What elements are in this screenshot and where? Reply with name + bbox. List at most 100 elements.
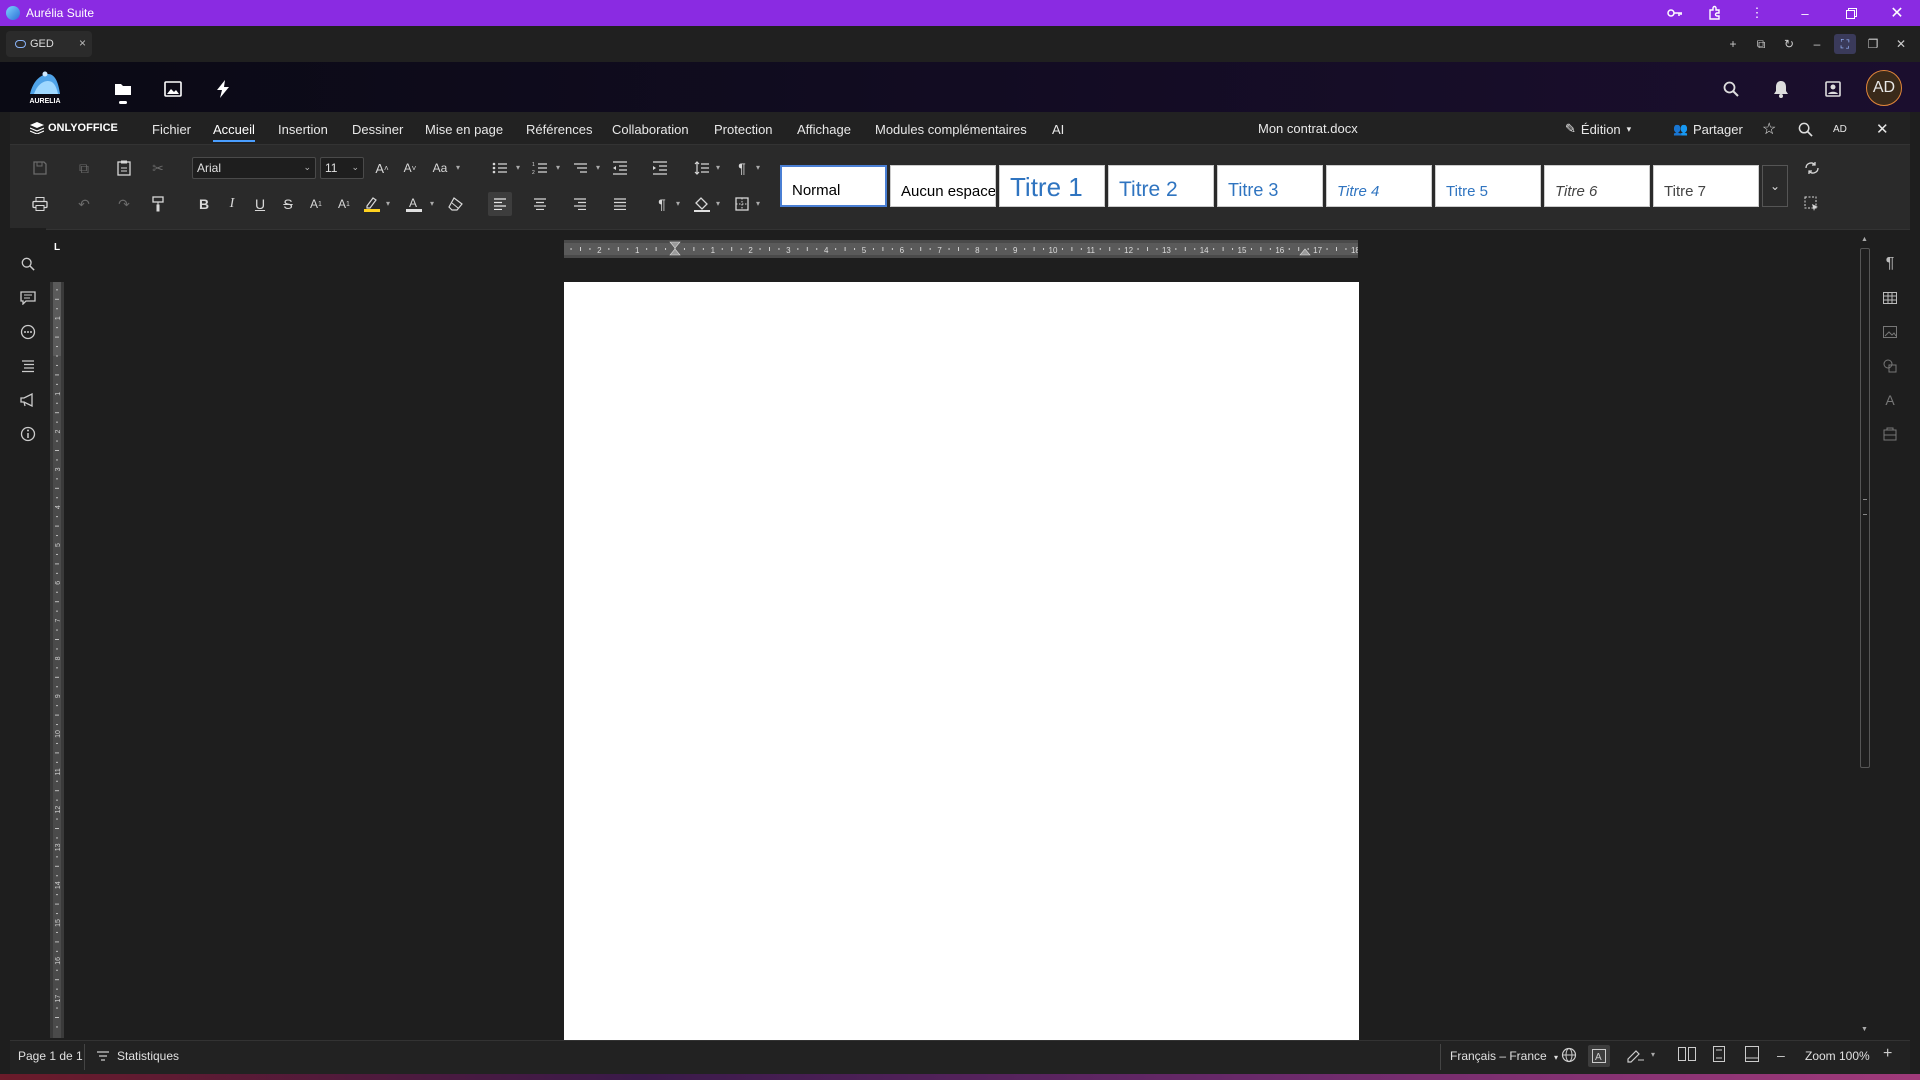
multi-page-view-icon[interactable]	[1678, 1047, 1696, 1061]
minimize-tab-icon[interactable]: –	[1806, 34, 1828, 54]
align-center-icon[interactable]	[528, 192, 552, 216]
image-settings-icon[interactable]	[1878, 320, 1902, 344]
close-tab-window-icon[interactable]: ✕	[1890, 34, 1912, 54]
feedback-icon[interactable]	[16, 388, 40, 412]
vertical-ruler[interactable]: 1 1 2 3 4 5 6 7 8 9 10 11 12 13 14 15 16 17	[50, 282, 64, 1038]
style-aucun-espace[interactable]: Aucun espace	[890, 165, 996, 207]
paragraph-settings-panel-icon[interactable]: ¶	[1878, 252, 1902, 276]
increase-font-icon[interactable]: A ˄	[370, 156, 394, 180]
borders-icon[interactable]	[730, 192, 754, 216]
minimize-button[interactable]: –	[1788, 0, 1822, 26]
menu-mise-en-page[interactable]: Mise en page	[425, 118, 503, 140]
close-window-button[interactable]: ✕	[1880, 0, 1914, 26]
font-color-icon[interactable]: A	[402, 192, 426, 216]
bullet-list-icon[interactable]	[488, 156, 512, 180]
menu-insertion[interactable]: Insertion	[278, 118, 328, 140]
restore-tab-icon[interactable]: ❐	[1862, 34, 1884, 54]
line-spacing-icon[interactable]	[690, 156, 714, 180]
menu-affichage[interactable]: Affichage	[797, 118, 851, 140]
save-icon[interactable]	[28, 156, 52, 180]
undo-icon[interactable]: ↶	[72, 192, 96, 216]
decrease-font-icon[interactable]: A ˅	[398, 156, 422, 180]
chevron-down-icon[interactable]: ▾	[756, 163, 760, 172]
menu-dessiner[interactable]: Dessiner	[352, 118, 403, 140]
multilevel-list-icon[interactable]	[568, 156, 592, 180]
zoom-in-icon[interactable]: +	[1883, 1045, 1892, 1063]
clear-formatting-icon[interactable]	[444, 192, 468, 216]
fullscreen-icon[interactable]: ⛶	[1834, 34, 1856, 54]
find-icon[interactable]	[16, 252, 40, 276]
menu-protection[interactable]: Protection	[714, 118, 773, 140]
fit-width-icon[interactable]	[1745, 1046, 1759, 1062]
style-titre-4[interactable]: Titre 4	[1326, 165, 1432, 207]
align-left-icon[interactable]	[488, 192, 512, 216]
increase-indent-icon[interactable]	[648, 156, 672, 180]
chevron-down-icon[interactable]: ▾	[676, 199, 680, 208]
italic-icon[interactable]: I	[220, 192, 244, 216]
chevron-down-icon[interactable]: ▾	[716, 163, 720, 172]
change-case-icon[interactable]: Aa	[428, 156, 452, 180]
popout-icon[interactable]: ⧉	[1750, 34, 1772, 54]
user-initials-badge[interactable]: AD	[1833, 118, 1847, 140]
onlyoffice-logo[interactable]: ONLYOFFICE	[30, 122, 118, 134]
close-tab-icon[interactable]: ×	[79, 36, 86, 50]
search-icon[interactable]	[1716, 74, 1746, 104]
menu-references[interactable]: Références	[526, 118, 592, 140]
track-changes-icon[interactable]	[1627, 1047, 1645, 1063]
fit-page-icon[interactable]	[1713, 1046, 1725, 1062]
menu-modules[interactable]: Modules complémentaires	[875, 118, 1027, 140]
globe-icon[interactable]	[1561, 1047, 1579, 1065]
reload-icon[interactable]: ↻	[1778, 34, 1800, 54]
chevron-down-icon[interactable]: ▾	[386, 199, 390, 208]
strikethrough-icon[interactable]: S	[276, 192, 300, 216]
menu-collaboration[interactable]: Collaboration	[612, 118, 689, 140]
print-icon[interactable]	[28, 192, 52, 216]
chevron-down-icon[interactable]: ▾	[516, 163, 520, 172]
editor-search-icon[interactable]	[1798, 118, 1813, 140]
contacts-icon[interactable]	[1818, 74, 1848, 104]
scrollbar-thumb[interactable]	[1860, 248, 1870, 768]
horizontal-ruler[interactable]: 2 1 1 2 3 4 5 6 7 8 9 10 11 12 13 14 15 16 17 18	[564, 240, 1358, 258]
navigation-icon[interactable]	[16, 354, 40, 378]
chevron-down-icon[interactable]: ▾	[756, 199, 760, 208]
decrease-indent-icon[interactable]	[608, 156, 632, 180]
language-select[interactable]: Français – France ▾	[1450, 1049, 1558, 1063]
highlight-icon[interactable]	[360, 192, 384, 216]
scroll-down-icon[interactable]: ▼	[1861, 1026, 1868, 1033]
page-counter[interactable]: Page 1 de 1	[18, 1049, 83, 1063]
font-size-select[interactable]: 11 ⌄	[320, 157, 364, 179]
shape-settings-icon[interactable]	[1878, 354, 1902, 378]
style-titre-1[interactable]: Titre 1	[999, 165, 1105, 207]
menu-fichier[interactable]: Fichier	[152, 118, 191, 140]
restore-button[interactable]	[1834, 0, 1868, 26]
aurelia-logo[interactable]: AURELIA	[26, 70, 64, 106]
bell-icon[interactable]	[1766, 74, 1796, 104]
statistics-button[interactable]: Statistiques	[97, 1049, 179, 1063]
tab-stop-selector[interactable]: L	[50, 240, 64, 256]
style-titre-2[interactable]: Titre 2	[1108, 165, 1214, 207]
info-icon[interactable]	[16, 422, 40, 446]
shading-icon[interactable]	[690, 192, 714, 216]
new-tab-icon[interactable]: +	[1722, 34, 1744, 54]
underline-icon[interactable]: U	[248, 192, 272, 216]
spellcheck-icon[interactable]: A	[1588, 1045, 1610, 1067]
style-normal[interactable]: Normal	[780, 165, 887, 207]
chevron-down-icon[interactable]: ▾	[1651, 1050, 1655, 1059]
style-titre-3[interactable]: Titre 3	[1217, 165, 1323, 207]
copy-style-icon[interactable]	[1800, 156, 1824, 180]
style-titre-6[interactable]: Titre 6	[1544, 165, 1650, 207]
chevron-down-icon[interactable]: ▾	[716, 199, 720, 208]
style-titre-5[interactable]: Titre 5	[1435, 165, 1541, 207]
lightning-icon[interactable]	[208, 74, 238, 104]
document-page[interactable]	[564, 282, 1359, 1040]
more-vertical-icon[interactable]: ⋮	[1740, 0, 1774, 26]
subscript-icon[interactable]: A1	[332, 192, 356, 216]
copy-icon[interactable]: ⧉	[72, 156, 96, 180]
numbered-list-icon[interactable]: 12	[528, 156, 552, 180]
folder-icon[interactable]	[108, 74, 138, 104]
image-icon[interactable]	[158, 74, 188, 104]
paste-icon[interactable]	[112, 156, 136, 180]
close-editor-icon[interactable]: ✕	[1876, 118, 1889, 140]
select-all-icon[interactable]	[1800, 192, 1824, 216]
comments-icon[interactable]	[16, 286, 40, 310]
